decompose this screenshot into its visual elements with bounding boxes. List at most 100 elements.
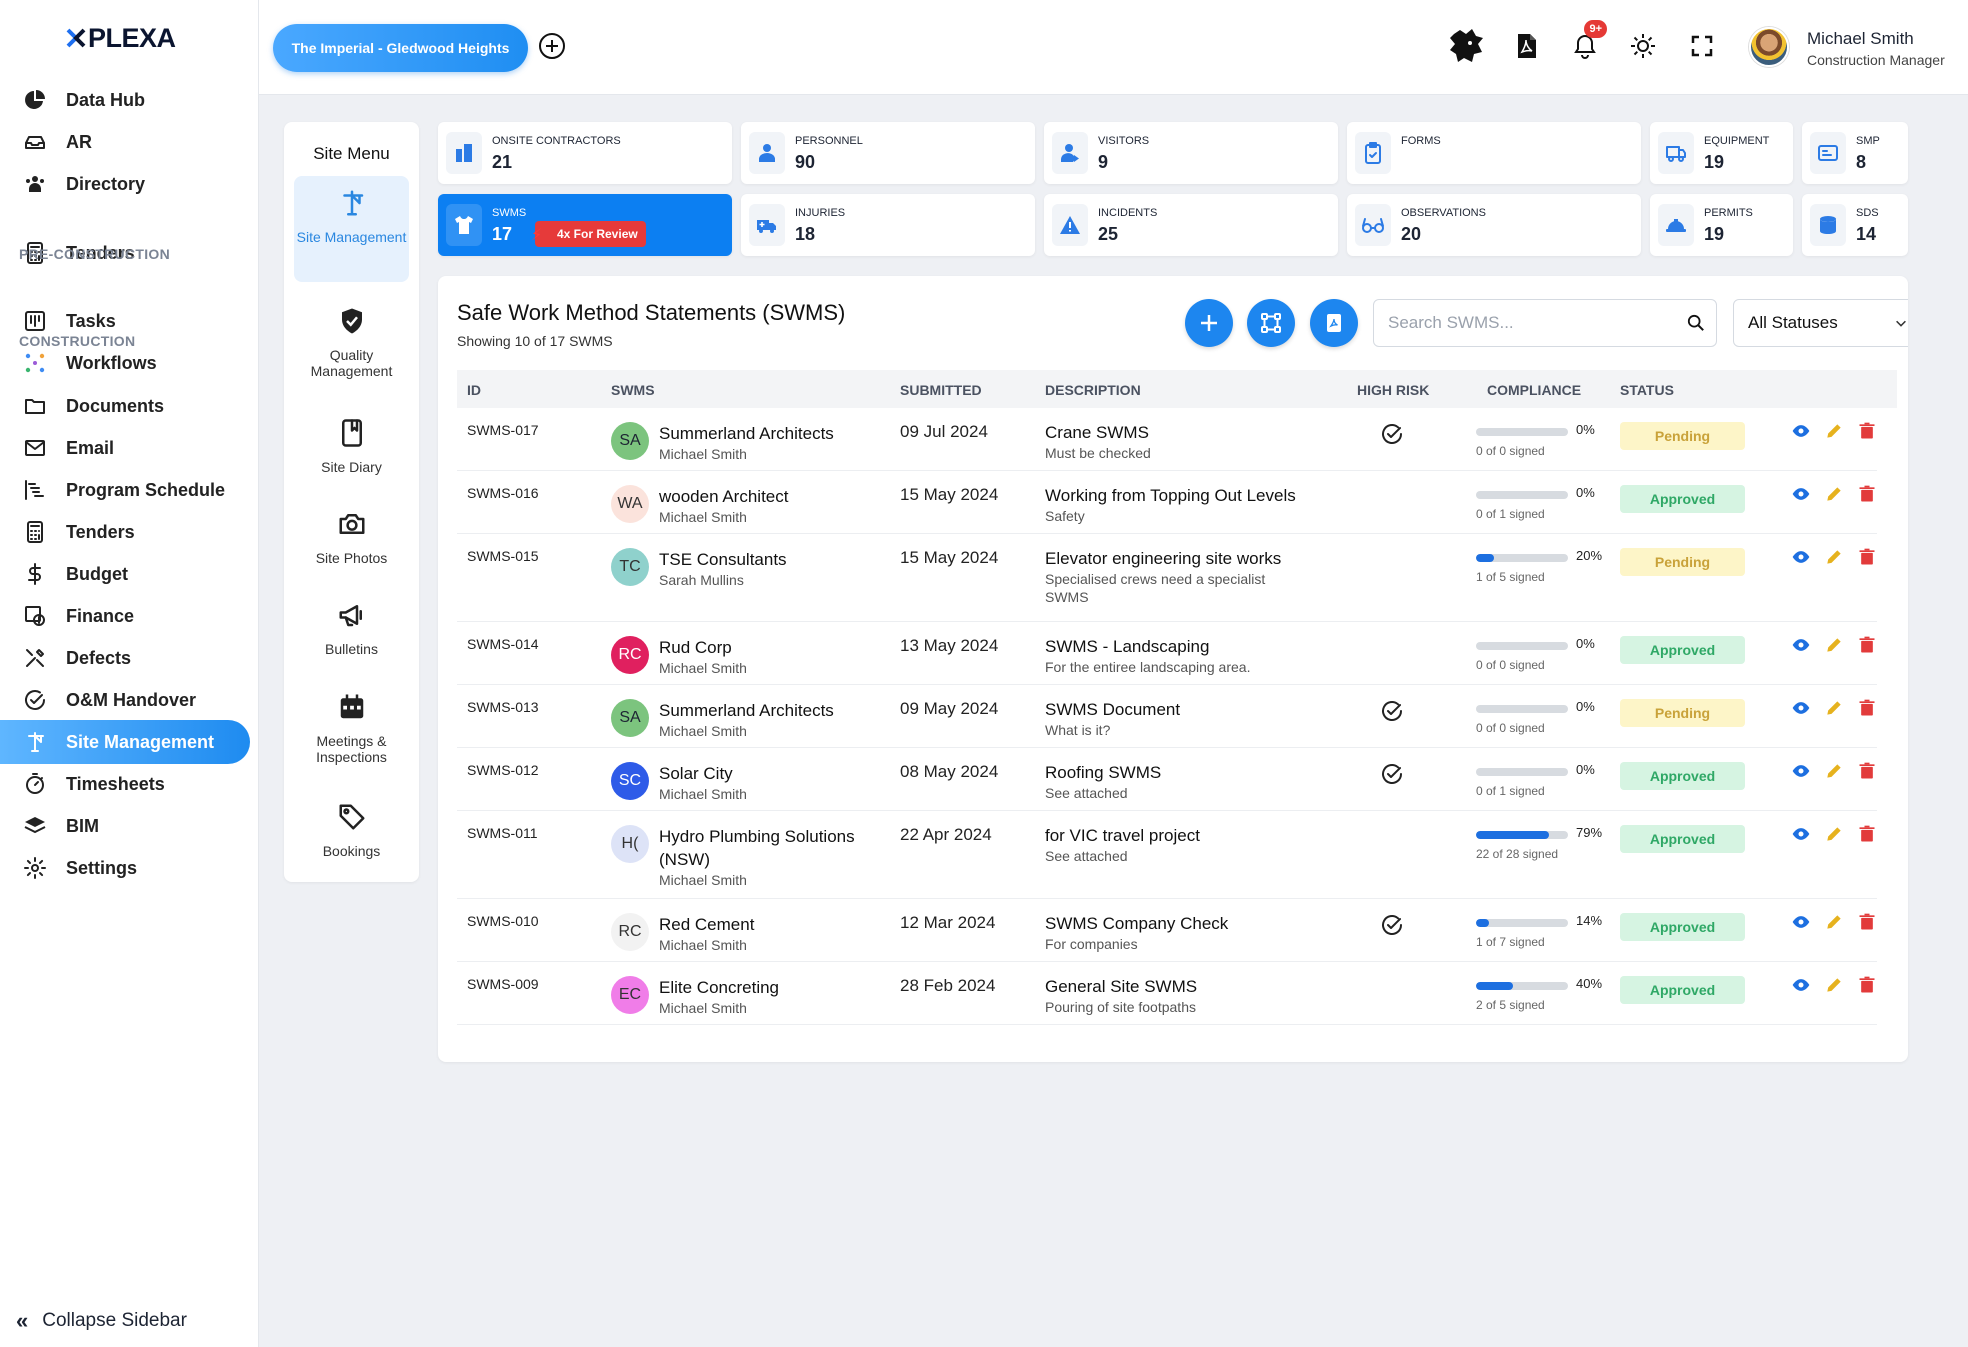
stat-card-smp[interactable]: SMP 8	[1802, 122, 1908, 184]
status-filter-select[interactable]: All Statuses	[1733, 299, 1908, 347]
edit-button[interactable]	[1821, 760, 1847, 786]
table-row[interactable]: SWMS-011 H( Hydro Plumbing Solutions (NS…	[457, 811, 1877, 899]
view-button[interactable]	[1788, 974, 1814, 1000]
column-header-swms[interactable]: SWMS	[611, 382, 655, 398]
stat-card-incidents[interactable]: INCIDENTS 25	[1044, 194, 1338, 256]
stat-card-personnel[interactable]: PERSONNEL 90	[741, 122, 1035, 184]
column-header-id[interactable]: ID	[467, 382, 481, 398]
edit-button[interactable]	[1821, 546, 1847, 572]
edit-button[interactable]	[1821, 823, 1847, 849]
sidebar-item-settings[interactable]: Settings	[0, 846, 250, 890]
sidebar-item-site-management[interactable]: Site Management	[0, 720, 250, 764]
sidebar-item-data-hub[interactable]: Data Hub	[0, 78, 250, 122]
sidebar-item-label: AR	[66, 131, 92, 152]
table-row[interactable]: SWMS-012 SC Solar City Michael Smith 08 …	[457, 748, 1877, 811]
column-header-status[interactable]: STATUS	[1620, 382, 1674, 398]
sidebar-item-tenders[interactable]: Tenders	[0, 510, 250, 554]
export-pdf-button[interactable]	[1310, 299, 1358, 347]
delete-button[interactable]	[1854, 420, 1880, 446]
fullscreen-button[interactable]	[1682, 26, 1722, 66]
sidebar-item-budget[interactable]: Budget	[0, 552, 250, 596]
add-project-button[interactable]	[537, 31, 567, 61]
delete-button[interactable]	[1854, 697, 1880, 723]
sidebar-item-email[interactable]: Email	[0, 426, 250, 470]
site-menu-item-site-diary[interactable]: Site Diary	[294, 406, 409, 475]
table-row[interactable]: SWMS-013 SA Summerland Architects Michae…	[457, 685, 1877, 748]
delete-button[interactable]	[1854, 546, 1880, 572]
column-header-description[interactable]: DESCRIPTION	[1045, 382, 1141, 398]
stat-card-injuries[interactable]: INJURIES 18	[741, 194, 1035, 256]
trash-icon	[1857, 698, 1877, 723]
table-row[interactable]: SWMS-015 TC TSE Consultants Sarah Mullin…	[457, 534, 1877, 622]
edit-button[interactable]	[1821, 697, 1847, 723]
stat-card-swms[interactable]: SWMS 17 ⚡ 4x For Review	[438, 194, 732, 256]
edit-button[interactable]	[1821, 974, 1847, 1000]
view-button[interactable]	[1788, 546, 1814, 572]
stat-card-observations[interactable]: OBSERVATIONS 20	[1347, 194, 1641, 256]
delete-button[interactable]	[1854, 634, 1880, 660]
delete-button[interactable]	[1854, 974, 1880, 1000]
column-header-high-risk[interactable]: HIGH RISK	[1357, 382, 1429, 398]
sidebar-item-bim[interactable]: BIM	[0, 804, 250, 848]
sidebar-item-ar[interactable]: AR	[0, 120, 250, 164]
sidebar-item-oandm-handover[interactable]: O&M Handover	[0, 678, 250, 722]
edit-button[interactable]	[1821, 483, 1847, 509]
edit-button[interactable]	[1821, 634, 1847, 660]
stat-card-permits[interactable]: PERMITS 19	[1650, 194, 1793, 256]
site-menu-item-bookings[interactable]: Bookings	[294, 790, 409, 859]
collapse-sidebar-button[interactable]: « Collapse Sidebar	[16, 1308, 187, 1334]
stat-card-sds[interactable]: SDS 14	[1802, 194, 1908, 256]
delete-button[interactable]	[1854, 483, 1880, 509]
stat-card-onsite-contractors[interactable]: ONSITE CONTRACTORS 21	[438, 122, 732, 184]
view-button[interactable]	[1788, 420, 1814, 446]
stat-card-equipment[interactable]: EQUIPMENT 19	[1650, 122, 1793, 184]
notifications-button[interactable]: 9+	[1565, 20, 1607, 66]
table-row[interactable]: SWMS-009 EC Elite Concreting Michael Smi…	[457, 962, 1877, 1025]
stat-card-forms[interactable]: FORMS	[1347, 122, 1641, 184]
lion-app-button[interactable]	[1446, 26, 1486, 66]
view-button[interactable]	[1788, 634, 1814, 660]
company-avatar: WA	[611, 485, 649, 523]
sidebar-item-documents[interactable]: Documents	[0, 384, 250, 428]
delete-button[interactable]	[1854, 911, 1880, 937]
add-swms-button[interactable]	[1185, 299, 1233, 347]
sidebar-item-timesheets[interactable]: Timesheets	[0, 762, 250, 806]
site-menu-item-quality-management[interactable]: Quality Management	[294, 294, 409, 379]
sidebar-item-defects[interactable]: Defects	[0, 636, 250, 680]
site-menu-item-site-photos[interactable]: Site Photos	[294, 497, 409, 566]
view-button[interactable]	[1788, 911, 1814, 937]
site-menu-item-bulletins[interactable]: Bulletins	[294, 588, 409, 657]
submitter-name: Michael Smith	[659, 660, 747, 676]
view-button[interactable]	[1788, 483, 1814, 509]
column-header-compliance[interactable]: COMPLIANCE	[1487, 382, 1581, 398]
delete-button[interactable]	[1854, 760, 1880, 786]
swms-description: Elevator engineering site works Speciali…	[1045, 548, 1345, 606]
delete-button[interactable]	[1854, 823, 1880, 849]
site-menu-item-meetings-and-inspections[interactable]: Meetings & Inspections	[294, 680, 409, 765]
table-row[interactable]: SWMS-010 RC Red Cement Michael Smith 12 …	[457, 899, 1877, 962]
view-button[interactable]	[1788, 823, 1814, 849]
table-row[interactable]: SWMS-014 RC Rud Corp Michael Smith 13 Ma…	[457, 622, 1877, 685]
edit-button[interactable]	[1821, 420, 1847, 446]
plexa-logo[interactable]: PLEXA	[66, 22, 176, 54]
stat-card-visitors[interactable]: VISITORS 9	[1044, 122, 1338, 184]
table-row[interactable]: SWMS-017 SA Summerland Architects Michae…	[457, 408, 1877, 471]
search-icon[interactable]	[1676, 314, 1716, 332]
pdf-button[interactable]	[1506, 26, 1546, 66]
site-menu-item-site-management[interactable]: Site Management	[294, 176, 409, 282]
sidebar-item-program-schedule[interactable]: Program Schedule	[0, 468, 250, 512]
review-badge[interactable]: ⚡ 4x For Review	[531, 221, 646, 247]
search-input[interactable]	[1374, 313, 1676, 333]
column-header-submitted[interactable]: SUBMITTED	[900, 382, 982, 398]
workflow-button[interactable]	[1247, 299, 1295, 347]
search-field[interactable]	[1373, 299, 1717, 347]
table-row[interactable]: SWMS-016 WA wooden Architect Michael Smi…	[457, 471, 1877, 534]
view-button[interactable]	[1788, 760, 1814, 786]
theme-toggle-button[interactable]	[1623, 26, 1663, 66]
sidebar-item-directory[interactable]: Directory	[0, 162, 250, 206]
edit-button[interactable]	[1821, 911, 1847, 937]
user-avatar[interactable]	[1749, 27, 1789, 67]
project-selector[interactable]: The Imperial - Gledwood Heights	[273, 24, 528, 72]
view-button[interactable]	[1788, 697, 1814, 723]
sidebar-item-finance[interactable]: Finance	[0, 594, 250, 638]
